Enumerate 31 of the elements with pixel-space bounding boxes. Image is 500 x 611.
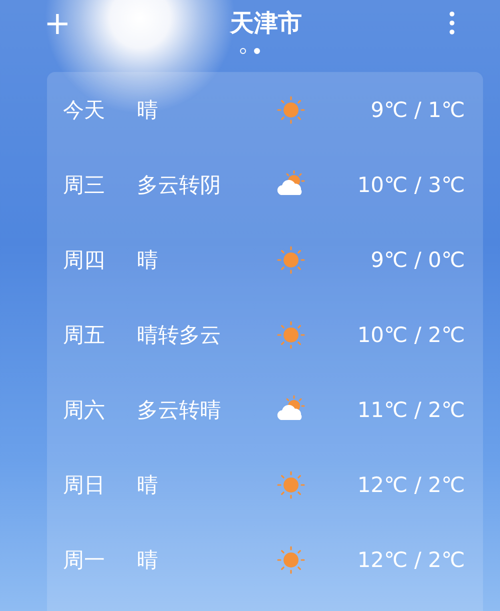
weather-condition: 晴 (137, 246, 159, 274)
menu-icon[interactable] (449, 11, 455, 35)
temperature-range: 12℃ / 2℃ (356, 472, 465, 496)
day-label: 周五 (63, 322, 106, 348)
day-label: 今天 (63, 96, 106, 124)
temperature-range: 10℃ / 2℃ (356, 322, 465, 346)
day-label: 周六 (63, 396, 106, 424)
temperature-range: 10℃ / 3℃ (356, 172, 465, 196)
add-button[interactable]: + (40, 3, 75, 43)
temperature-range: 9℃ / 1℃ (370, 98, 465, 122)
weather-condition: 晴 (137, 96, 159, 124)
page-dot[interactable] (254, 48, 260, 54)
sun-icon (275, 544, 307, 576)
sun-icon (275, 468, 307, 500)
city-title: 天津市 (230, 8, 302, 39)
day-label: 周三 (63, 172, 106, 198)
temperature-range: 11℃ / 2℃ (356, 398, 465, 422)
weather-condition: 晴 (137, 472, 159, 498)
sun-icon (275, 318, 307, 350)
day-label: 周日 (63, 472, 106, 498)
sun-icon (275, 244, 307, 276)
weather-condition: 晴转多云 (137, 322, 222, 348)
weather-condition: 多云转阴 (137, 172, 222, 198)
temperature-range: 9℃ / 0℃ (370, 248, 465, 272)
weather-condition: 晴 (137, 546, 159, 574)
sun-icon (275, 94, 307, 126)
temperature-range: 12℃ / 2℃ (356, 548, 465, 572)
day-label: 周一 (63, 546, 106, 574)
weather-condition: 多云转晴 (137, 396, 222, 424)
page-dot[interactable] (240, 48, 246, 54)
day-label: 周四 (63, 246, 106, 274)
